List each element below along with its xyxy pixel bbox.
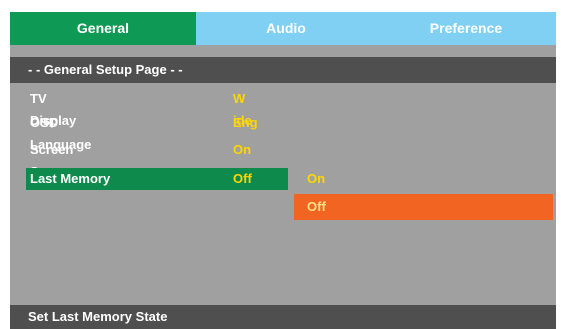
submenu-option-on[interactable]: On (294, 166, 556, 192)
tab-preference[interactable]: Preference (376, 12, 556, 45)
submenu-option-off[interactable]: Off (294, 194, 553, 220)
tab-audio[interactable]: Audio (196, 12, 376, 45)
setting-value: Eng (233, 115, 258, 130)
tab-general[interactable]: General (10, 12, 196, 45)
tab-bar: General Audio Preference (10, 12, 556, 45)
settings-panel: - - General Setup Page - - TV Display W … (10, 45, 556, 329)
setup-menu-screen: General Audio Preference - - General Set… (0, 0, 561, 329)
setting-value: Off (233, 171, 252, 186)
setting-label: Last Memory (30, 171, 111, 186)
setting-row-last-memory[interactable]: Last Memory Off (26, 168, 288, 190)
status-bar: Set Last Memory State (10, 305, 556, 329)
setting-value: On (233, 142, 252, 157)
page-title: - - General Setup Page - - (10, 57, 556, 83)
